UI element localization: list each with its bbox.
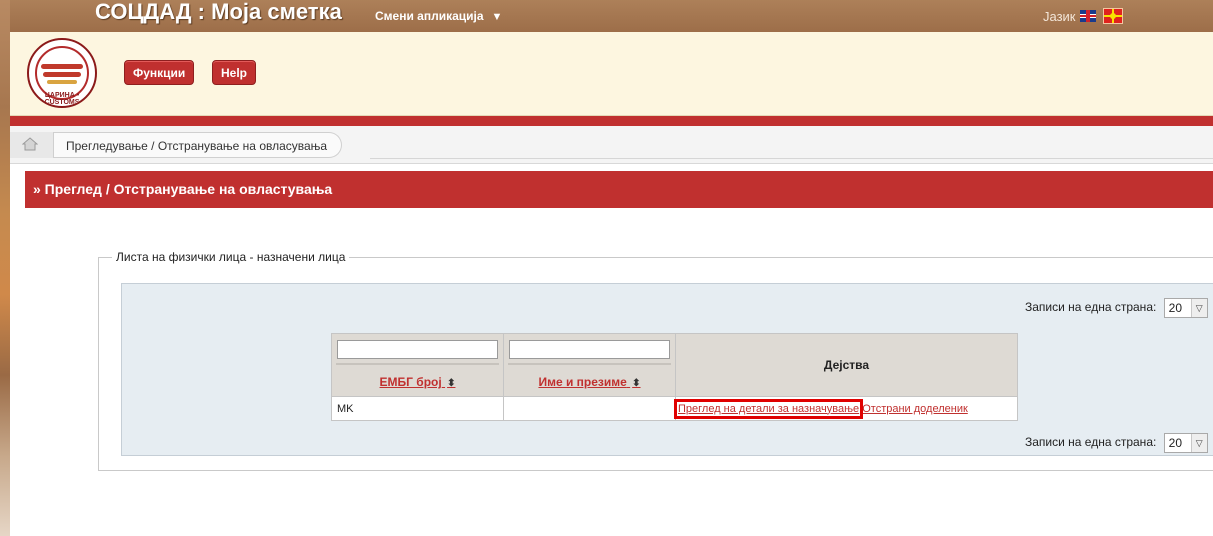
- cell-actions: Преглед на детали за назначување Отстран…: [673, 396, 1018, 421]
- header-band: ЦАРИНА • CUSTOMS Функции Help: [10, 32, 1213, 116]
- mk-flag-icon[interactable]: [1103, 8, 1123, 24]
- chevron-down-icon: ▽: [1190, 299, 1207, 317]
- column-header-embg: ЕМБГ број ⬍: [331, 333, 504, 397]
- per-page-select[interactable]: 20 ▽: [1163, 298, 1208, 318]
- breadcrumb-current[interactable]: Прегледување / Отстранување на овласувањ…: [54, 132, 343, 158]
- per-page-top: Записи на една страна: 20 ▽: [1025, 298, 1208, 318]
- home-icon: [22, 137, 38, 151]
- breadcrumb-rule: [370, 158, 1213, 159]
- sort-name-link[interactable]: Име и презиме ⬍: [504, 375, 675, 389]
- per-page-value: 20: [1168, 301, 1183, 315]
- caret-down-icon: ▼: [491, 11, 503, 23]
- customs-logo: ЦАРИНА • CUSTOMS: [27, 38, 97, 108]
- sort-embg-link[interactable]: ЕМБГ број ⬍: [332, 375, 503, 389]
- cell-name: [503, 396, 676, 421]
- name-column-label: Име и презиме: [538, 375, 627, 389]
- table-row: MK Преглед на детали за назначување Отст…: [331, 396, 1018, 421]
- name-filter-input[interactable]: [509, 340, 670, 359]
- column-header-actions: Дејства: [675, 333, 1018, 397]
- section-title-bar: » Преглед / Отстранување на овластувања: [25, 171, 1213, 208]
- uk-flag-icon[interactable]: [1080, 10, 1096, 22]
- sort-icon: ⬍: [632, 378, 641, 389]
- embg-filter-input[interactable]: [337, 340, 498, 359]
- per-page-label: Записи на една страна:: [1025, 300, 1157, 315]
- remove-assignee-link[interactable]: Отстрани доделеник: [862, 403, 968, 415]
- switch-app-label: Смени апликација: [375, 9, 484, 23]
- functions-button[interactable]: Функции: [124, 60, 195, 85]
- header-divider: [10, 116, 1213, 126]
- column-header-name: Име и презиме ⬍: [503, 333, 676, 397]
- language-label: Јазик: [1043, 9, 1076, 24]
- logo-text: ЦАРИНА • CUSTOMS: [44, 92, 80, 106]
- breadcrumb: Прегледување / Отстранување на овласувањ…: [10, 126, 1213, 164]
- per-page-select[interactable]: 20 ▽: [1163, 433, 1208, 453]
- per-page-value: 20: [1168, 436, 1183, 450]
- embg-column-label: ЕМБГ број: [379, 375, 442, 389]
- per-page-bottom: Записи на една страна: 20 ▽: [1025, 433, 1208, 453]
- left-decorative-strip: [0, 0, 10, 536]
- chevron-down-icon: ▽: [1190, 434, 1207, 452]
- view-assignment-details-link[interactable]: Преглед на детали за назначување: [673, 398, 864, 419]
- page-title: » Преглед / Отстранување на овластувања: [33, 181, 333, 197]
- assignees-table: ЕМБГ број ⬍ Име и презиме ⬍ Дејства MK П…: [331, 333, 1018, 421]
- per-page-label: Записи на една страна:: [1025, 435, 1157, 450]
- top-bar: СОЦДАД : Моја сметка Смени апликација ▼ Ј…: [10, 0, 1213, 32]
- sort-icon: ⬍: [447, 378, 456, 389]
- list-legend: Листа на физички лица - назначени лица: [112, 250, 350, 264]
- cell-embg: MK: [331, 396, 504, 421]
- app-title: СОЦДАД : Моја сметка: [95, 0, 342, 24]
- switch-app-menu[interactable]: Смени апликација ▼: [375, 9, 502, 23]
- help-button[interactable]: Help: [212, 60, 257, 85]
- breadcrumb-home[interactable]: [10, 132, 54, 158]
